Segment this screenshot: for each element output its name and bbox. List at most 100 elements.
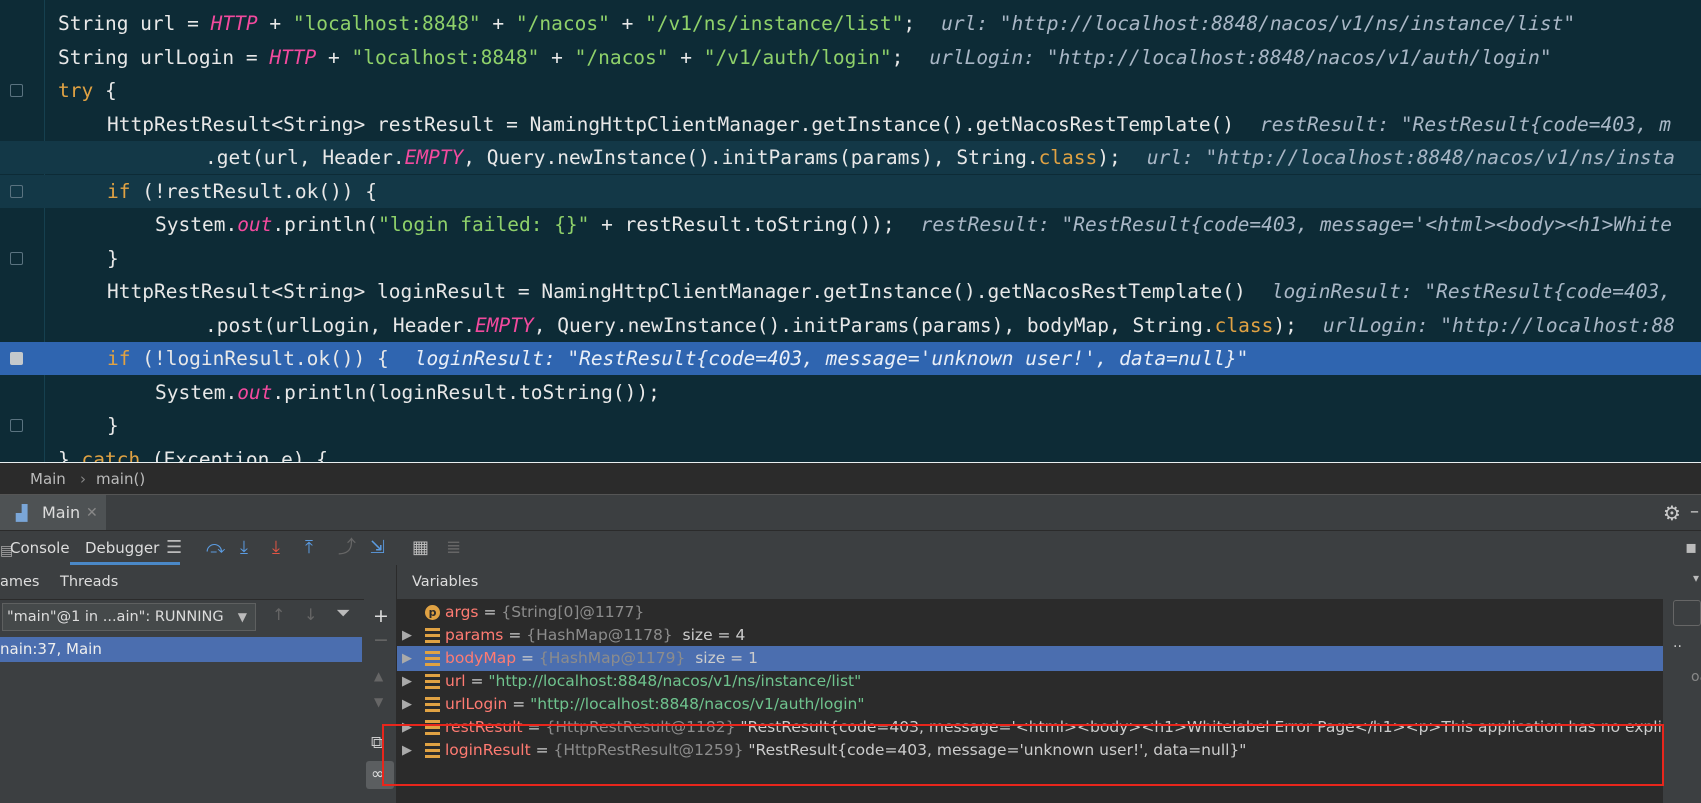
code-token: .get(url, Header. — [205, 146, 405, 169]
fold-icon[interactable] — [10, 184, 23, 198]
expand-arrow-icon[interactable]: ▶ — [402, 692, 412, 717]
code-token: String urlLogin = — [58, 45, 270, 69]
variable-row[interactable]: p args = {String[0]@1177} — [397, 600, 1663, 625]
code-token: "localhost:8848" — [351, 45, 540, 69]
frames-panel: ames Threads "main"@1 in ...ain": RUNNIN… — [0, 565, 365, 803]
arrow-down-icon[interactable]: ↓ — [304, 605, 317, 624]
more-icon[interactable]: .. — [1673, 635, 1682, 651]
code-line[interactable]: try { — [0, 74, 1701, 107]
tab-debugger[interactable]: Debugger — [70, 531, 180, 565]
tab-threads[interactable]: Threads — [60, 565, 118, 599]
code-token: ); — [1097, 146, 1121, 169]
search-input[interactable] — [1673, 600, 1701, 626]
remove-watch-icon[interactable]: − — [373, 629, 389, 651]
code-token: + — [257, 12, 293, 35]
breadcrumb-class[interactable]: Main — [30, 464, 66, 494]
move-down-icon[interactable]: ▼ — [374, 695, 383, 709]
variable-name: url — [445, 672, 466, 690]
code-token: + — [316, 45, 352, 69]
highlight-box — [382, 724, 1664, 786]
code-token: try — [58, 79, 94, 102]
code-line[interactable]: } catch (Exception e) { — [0, 443, 1701, 464]
variable-row[interactable]: ▶ params = {HashMap@1178} size = 4 — [397, 623, 1663, 648]
trace-icon[interactable]: ≣ — [446, 538, 461, 558]
filter-icon[interactable]: ⏷ — [336, 603, 350, 624]
code-line[interactable]: System.out.println("login failed: {}" + … — [0, 208, 1701, 241]
code-line[interactable]: System.out.println(loginResult.toString(… — [0, 376, 1701, 409]
code-text: } catch (Exception e) { — [58, 443, 328, 464]
code-token: .println(loginResult.toString()); — [272, 380, 660, 404]
inline-debug-value: url: "http://localhost:8848/nacos/v1/ns/… — [1146, 146, 1676, 169]
code-token: "/v1/ns/instance/list" — [645, 12, 904, 35]
thread-select[interactable]: "main"@1 in ...ain": RUNNING ▼ — [2, 603, 256, 631]
settings-icon[interactable]: ▾ — [1693, 571, 1699, 585]
inline-debug-value: restResult: "RestResult{code=403, messag… — [920, 213, 1673, 236]
move-up-icon[interactable]: ▲ — [374, 669, 383, 683]
code-token: if — [107, 347, 131, 370]
breakpoint-icon[interactable] — [10, 352, 23, 365]
code-text: } — [107, 242, 119, 275]
variable-name: args — [445, 603, 479, 621]
chevron-down-icon: ▼ — [237, 610, 247, 624]
arrow-up-icon[interactable]: ↑ — [272, 605, 285, 624]
code-token: ; — [903, 12, 916, 35]
code-token: System. — [155, 213, 238, 236]
tab-console[interactable]: Console — [10, 531, 70, 565]
code-line[interactable]: String url = HTTP + "localhost:8848" + "… — [0, 7, 1701, 40]
run-to-cursor-icon[interactable]: ⇲ — [370, 538, 385, 558]
step-over-icon[interactable]: ⤼ — [206, 538, 225, 558]
tab-run-main[interactable]: ▟ Main ✕ — [0, 495, 106, 531]
fold-icon[interactable] — [10, 419, 23, 432]
code-line[interactable]: String urlLogin = HTTP + "localhost:8848… — [0, 41, 1701, 74]
fold-icon[interactable] — [10, 84, 23, 97]
minimize-icon[interactable]: – — [1690, 501, 1699, 522]
drop-frame-icon[interactable]: ⤴ — [338, 538, 356, 558]
debugger-tab-label: Debugger — [85, 539, 160, 557]
threads-layout-icon[interactable]: ☰ — [166, 538, 182, 558]
step-into-icon[interactable]: ⤓ — [240, 538, 248, 558]
code-token: .post(urlLogin, Header. — [205, 313, 476, 337]
code-line[interactable]: if (!restResult.ok()) { — [0, 174, 1701, 208]
code-token: HTTP — [269, 45, 317, 69]
expand-arrow-icon[interactable]: ▶ — [402, 669, 412, 694]
code-token: + — [539, 45, 575, 69]
add-watch-icon[interactable]: + — [373, 605, 389, 627]
force-step-into-icon[interactable]: ⤓ — [272, 538, 280, 558]
frame-item[interactable]: nain:37, Main — [0, 637, 362, 662]
variable-row[interactable]: ▶ bodyMap = {HashMap@1179} size = 1 — [397, 646, 1663, 671]
variable-text: params = {HashMap@1178} size = 4 — [445, 626, 746, 644]
code-line[interactable]: } — [0, 409, 1701, 442]
frame-item-label: nain:37, Main — [0, 640, 102, 658]
code-line[interactable]: .get(url, Header.EMPTY, Query.newInstanc… — [0, 141, 1701, 174]
close-icon[interactable]: ✕ — [86, 495, 98, 531]
code-line[interactable]: HttpRestResult<String> restResult = Nami… — [0, 108, 1701, 141]
evaluate-expression-icon[interactable]: ▦ — [412, 538, 429, 558]
editor-divider — [0, 462, 1701, 463]
variable-name: urlLogin — [445, 695, 508, 713]
code-token: HTTP — [210, 12, 258, 35]
code-token: } — [58, 447, 82, 464]
code-text: } — [107, 409, 119, 442]
breadcrumb-method[interactable]: main() — [96, 464, 145, 494]
code-line[interactable]: if (!loginResult.ok()) {loginResult: "Re… — [0, 342, 1701, 375]
expand-arrow-icon[interactable]: ▶ — [402, 646, 412, 671]
variable-row[interactable]: ▶ urlLogin = "http://localhost:8848/nacos… — [397, 692, 1663, 717]
variable-row[interactable]: ▶ url = "http://localhost:8848/nacos/v1/n… — [397, 669, 1663, 694]
code-text: .post(urlLogin, Header.EMPTY, Query.newI… — [205, 309, 1675, 342]
layout-icon[interactable]: ▪ — [1685, 538, 1697, 558]
code-line[interactable]: HttpRestResult<String> loginResult = Nam… — [0, 275, 1701, 308]
code-text: if (!loginResult.ok()) {loginResult: "Re… — [107, 342, 1248, 375]
code-line[interactable]: } — [0, 242, 1701, 275]
variable-type: {HashMap@1178} — [526, 626, 673, 644]
code-line[interactable]: .post(urlLogin, Header.EMPTY, Query.newI… — [0, 309, 1701, 342]
code-token: if — [107, 179, 131, 203]
code-text: HttpRestResult<String> restResult = Nami… — [107, 108, 1671, 141]
expand-arrow-icon[interactable]: ▶ — [402, 623, 412, 648]
code-editor[interactable]: String url = HTTP + "localhost:8848" + "… — [0, 0, 1701, 463]
fold-icon[interactable] — [10, 251, 23, 265]
gear-icon[interactable]: ⚙ — [1663, 501, 1681, 525]
code-token: , Query.newInstance().initParams(params)… — [533, 313, 1215, 337]
field-icon — [425, 628, 440, 643]
tab-frames[interactable]: ames — [0, 565, 40, 599]
step-out-icon[interactable]: ⤒ — [305, 538, 313, 558]
